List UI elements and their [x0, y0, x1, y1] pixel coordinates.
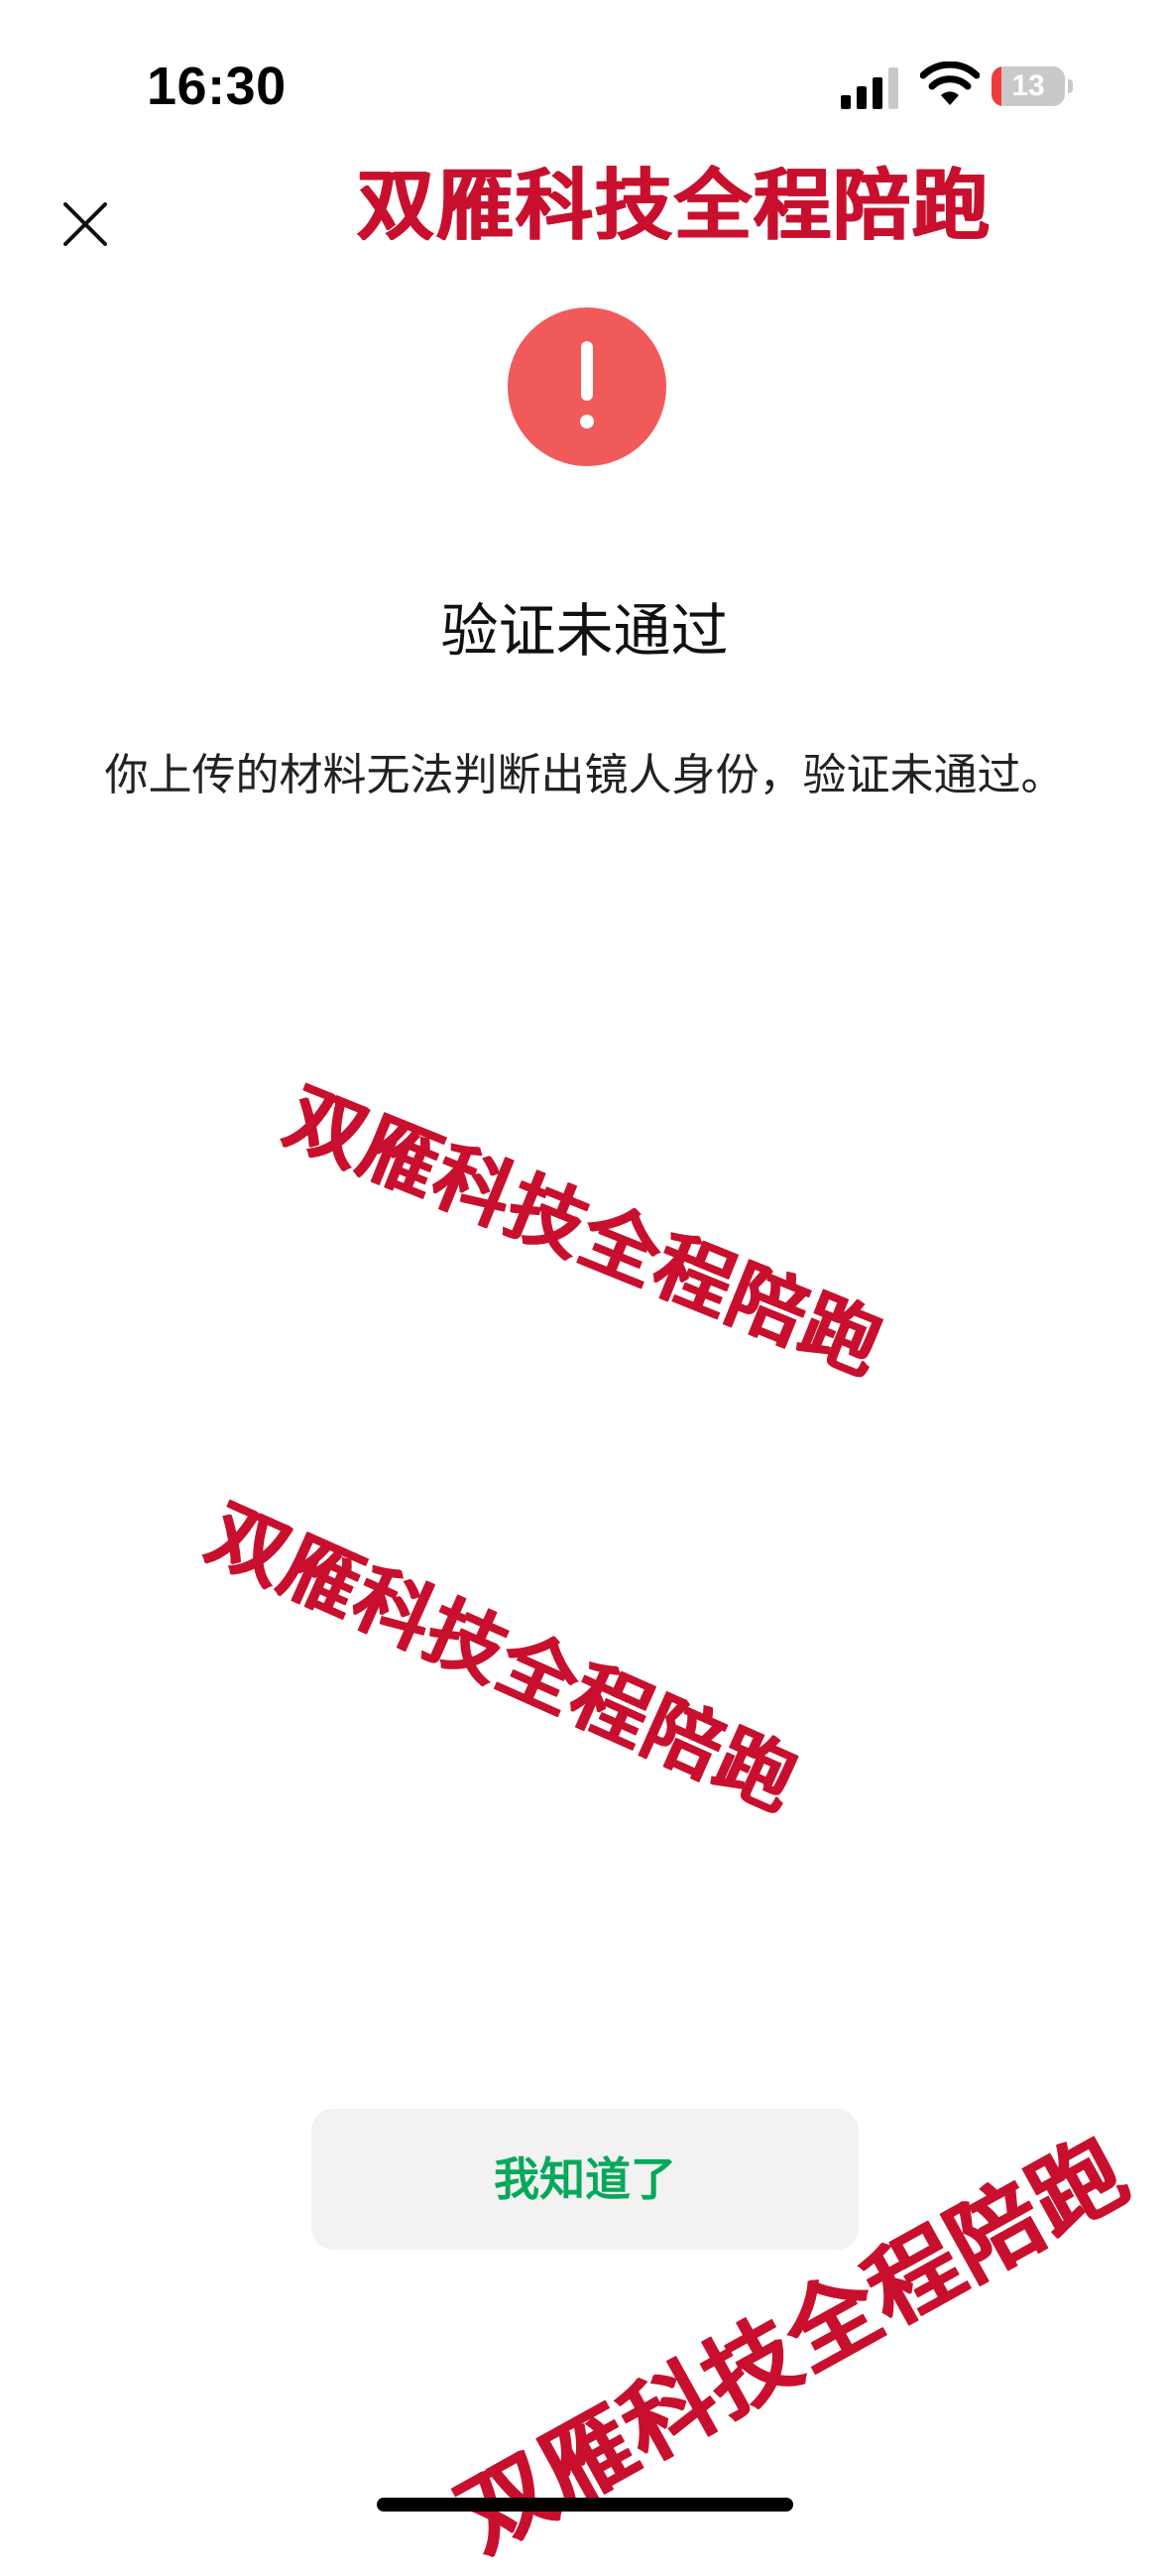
watermark-text: 双雁科技全程陪跑 — [357, 162, 993, 251]
wifi-icon — [920, 61, 980, 105]
close-icon — [63, 202, 107, 246]
cellular-signal-icon — [841, 67, 898, 109]
exclamation-circle-icon — [508, 307, 666, 466]
battery-level-text: 13 — [1011, 69, 1045, 102]
exclamation-dot — [580, 415, 594, 429]
exclamation-bar — [581, 341, 593, 401]
battery-indicator: 13 — [992, 66, 1075, 106]
watermark-text: 双雁科技全程陪跑 — [194, 1489, 811, 1829]
home-indicator[interactable] — [377, 2498, 793, 2512]
result-message: 你上传的材料无法判断出镜人身份，验证未通过。 — [104, 750, 1065, 800]
result-title: 验证未通过 — [440, 597, 729, 665]
close-button[interactable] — [56, 194, 115, 254]
status-time: 16:30 — [147, 57, 287, 116]
status-bar: 16:30 13 — [0, 0, 1169, 169]
got-it-button[interactable]: 我知道了 — [311, 2109, 859, 2250]
battery-body: 13 — [992, 66, 1065, 106]
battery-cap — [1068, 79, 1073, 93]
watermark-text: 双雁科技全程陪跑 — [273, 1071, 895, 1394]
